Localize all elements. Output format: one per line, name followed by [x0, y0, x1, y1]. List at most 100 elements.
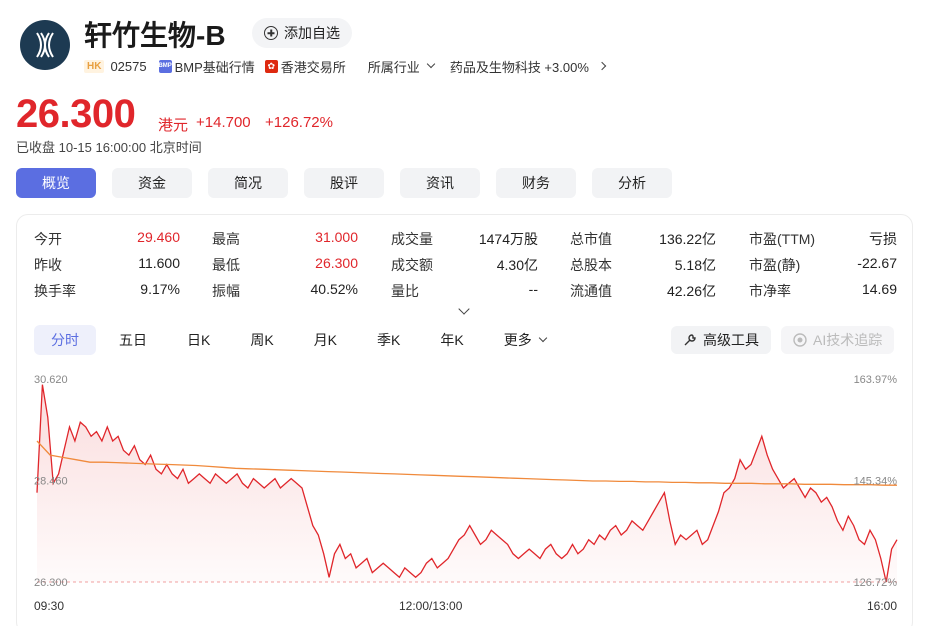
stock-meta: HK 02575 BMP BMP基础行情 ✿ 香港交易所 所属行业 药品及生物科…	[84, 57, 607, 76]
industry-dropdown[interactable]: 所属行业	[367, 57, 436, 76]
chart-tab-weekly[interactable]: 周K	[233, 325, 290, 355]
tab-overview[interactable]: 概览	[16, 168, 96, 198]
chevron-down-icon	[426, 59, 436, 69]
stat-value: 136.22亿	[659, 231, 716, 247]
ai-tracking-label: AI技术追踪	[813, 332, 883, 348]
stat-value: -22.67	[857, 255, 897, 271]
ai-tracking-button[interactable]: AI技术追踪	[781, 326, 895, 354]
ai-icon	[793, 333, 807, 347]
quote-card: 今开 29.460 最高 31.000 成交量 1474万股 总市值 136.22亿 市…	[16, 214, 913, 626]
stat-value: 5.18亿	[674, 257, 716, 273]
expand-chevron-icon[interactable]	[458, 303, 470, 315]
chart-tab-quarterly[interactable]: 季K	[360, 325, 417, 355]
stat-key: 今开	[34, 231, 62, 247]
stat-item: 换手率 9.17%	[34, 281, 180, 301]
tab-funds[interactable]: 资金	[112, 168, 192, 198]
industry-label: 所属行业	[367, 59, 420, 75]
exchange-label: 香港交易所	[280, 59, 346, 75]
market-tag: HK	[84, 59, 105, 73]
stat-item: 成交量 1474万股	[391, 229, 538, 249]
intraday-chart[interactable]: 30.620 28.460 26.300 163.97% 145.34% 126.72%	[17, 365, 914, 625]
stat-value: 9.17%	[140, 281, 180, 297]
stock-name: 轩竹生物-B	[84, 20, 226, 51]
chart-tab-more[interactable]: 更多	[487, 325, 563, 355]
chart-tab-monthly[interactable]: 月K	[297, 325, 354, 355]
stat-item: 市净率 14.69	[749, 281, 897, 301]
y-right-label: 163.97%	[854, 374, 898, 386]
y-right-label: 145.34%	[854, 476, 898, 488]
stat-key: 成交额	[391, 257, 433, 273]
stock-code: 02575	[110, 58, 147, 74]
add-watchlist-button[interactable]: 添加自选	[252, 18, 352, 48]
stat-value: 26.300	[315, 255, 358, 271]
stat-item: 流通值 42.26亿	[570, 281, 716, 301]
stat-item: 市盈(静) -22.67	[749, 255, 897, 275]
stat-value: 42.26亿	[666, 283, 716, 299]
current-price: 26.300	[16, 92, 136, 136]
tab-financials[interactable]: 财务	[496, 168, 576, 198]
stat-key: 总股本	[570, 257, 612, 273]
hk-flag-icon: ✿	[264, 59, 278, 73]
stat-key: 流通值	[570, 283, 612, 299]
tab-analysis[interactable]: 分析	[592, 168, 672, 198]
stat-key: 市净率	[749, 283, 791, 299]
stat-key: 换手率	[34, 283, 76, 299]
stat-value: --	[528, 281, 538, 297]
main-tabs: 概览 资金 简况 股评 资讯 财务 分析	[16, 168, 672, 198]
price-unit: 港元	[158, 117, 189, 134]
y-left-label: 28.460	[34, 476, 68, 488]
stat-value: 14.69	[861, 281, 897, 297]
stat-value: 31.000	[315, 229, 358, 245]
plus-circle-icon	[264, 26, 278, 40]
y-right-label: 126.72%	[854, 577, 898, 589]
stat-item: 量比 --	[391, 281, 538, 301]
price-change: +14.700	[196, 114, 251, 131]
x-label-close: 16:00	[867, 599, 898, 613]
chevron-right-icon	[597, 61, 607, 71]
tab-comments[interactable]: 股评	[304, 168, 384, 198]
stat-value: 11.600	[138, 255, 180, 271]
advanced-tools-button[interactable]: 高级工具	[671, 326, 771, 354]
chart-tabs: 分时 五日 日K 周K 月K 季K 年K 更多	[34, 325, 569, 355]
stat-item: 最低 26.300	[212, 255, 358, 275]
y-left-label: 26.300	[34, 577, 68, 589]
chart-tab-yearly[interactable]: 年K	[423, 325, 480, 355]
stat-key: 总市值	[570, 231, 612, 247]
stat-item: 振幅 40.52%	[212, 281, 358, 301]
stat-item: 总股本 5.18亿	[570, 255, 716, 275]
stat-item: 成交额 4.30亿	[391, 255, 538, 275]
chart-tab-daily[interactable]: 日K	[170, 325, 227, 355]
stat-key: 市盈(静)	[749, 257, 801, 273]
x-label-open: 09:30	[34, 599, 65, 613]
market-status: 已收盘 10-15 16:00:00 北京时间	[16, 140, 202, 155]
stat-value: 29.460	[137, 229, 180, 245]
tab-news[interactable]: 资讯	[400, 168, 480, 198]
stat-item: 今开 29.460	[34, 229, 180, 249]
stat-key: 成交量	[391, 231, 433, 247]
stat-item: 总市值 136.22亿	[570, 229, 716, 249]
chart-tab-5day[interactable]: 五日	[102, 325, 164, 355]
stat-value: 1474万股	[478, 231, 538, 247]
add-watchlist-label: 添加自选	[284, 25, 340, 41]
sector-label: 药品及生物科技 +3.00%	[449, 59, 589, 75]
stat-value: 4.30亿	[496, 257, 538, 273]
stat-item: 昨收 11.600	[34, 255, 180, 275]
price-change-pct: +126.72%	[265, 114, 333, 131]
chevron-down-icon	[538, 333, 547, 343]
chart-tab-more-label: 更多	[503, 332, 532, 348]
advanced-tools-label: 高级工具	[703, 332, 759, 348]
chart-tab-intraday[interactable]: 分时	[34, 325, 96, 355]
stat-item: 最高 31.000	[212, 229, 358, 249]
stat-item: 市盈(TTM) 亏损	[749, 229, 897, 249]
stock-logo	[20, 20, 70, 70]
x-label-mid: 12:00/13:00	[399, 599, 463, 613]
y-left-label: 30.620	[34, 374, 68, 386]
tab-profile[interactable]: 简况	[208, 168, 288, 198]
bmp-icon: BMP	[158, 59, 172, 73]
stat-value: 亏损	[869, 231, 897, 247]
bmp-label[interactable]: BMP基础行情	[175, 57, 255, 76]
sector-link[interactable]: 药品及生物科技 +3.00%	[449, 57, 607, 76]
tools-icon	[684, 334, 696, 346]
stat-key: 昨收	[34, 257, 62, 273]
stat-value: 40.52%	[310, 281, 358, 297]
